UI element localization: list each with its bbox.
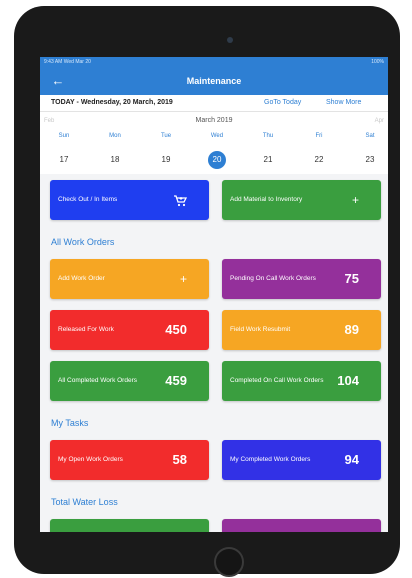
calendar-day-number: 17 [59, 155, 69, 164]
date-bar: TODAY - Wednesday, 20 March, 2019 GoTo T… [40, 95, 388, 112]
work-order-card[interactable]: Completed On Call Work Orders 104 [222, 361, 381, 401]
work-order-card[interactable]: Released For Work 450 [50, 310, 209, 350]
task-card-label: My Open Work Orders [58, 456, 123, 463]
calendar-day[interactable]: 19 [146, 151, 186, 169]
checkout-items-button[interactable]: Check Out / In Items [50, 180, 209, 220]
calendar-day-number: 18 [110, 155, 120, 164]
work-order-card[interactable]: Pending On Call Work Orders 75 [222, 259, 381, 299]
page-title: Maintenance [186, 76, 242, 86]
plus-icon: + [351, 193, 359, 207]
calendar-day-number: 21 [263, 155, 273, 164]
status-bar: 9:43 AM Wed Mar 20 100% [40, 57, 388, 67]
weekday-label: Fri [315, 133, 323, 139]
task-card-count: 58 [172, 452, 187, 467]
work-order-card-count: 89 [344, 322, 359, 337]
goto-today-button[interactable]: GoTo Today [264, 95, 301, 111]
weekday-label: Mon [109, 133, 121, 139]
app-header: ← Maintenance [40, 67, 388, 95]
water-loss-card[interactable] [50, 519, 209, 532]
section-total-water-loss: Total Water Loss [51, 497, 118, 507]
calendar-day-number: 22 [314, 155, 324, 164]
work-order-card-count: 75 [344, 271, 359, 286]
calendar-day-number: 23 [365, 155, 375, 164]
work-order-card-count: 450 [165, 322, 187, 337]
calendar-day[interactable]: 17 [44, 151, 84, 169]
calendar-day[interactable]: 18 [95, 151, 135, 169]
calendar-day[interactable]: 23 [350, 151, 388, 169]
work-order-card-label: Pending On Call Work Orders [230, 275, 316, 282]
calendar-month: March 2019 [195, 117, 233, 124]
work-order-card[interactable]: Add Work Order + [50, 259, 209, 299]
camera [227, 37, 233, 43]
work-order-card-count: 459 [165, 373, 187, 388]
calendar-day-number: 20 [208, 151, 226, 169]
add-material-label: Add Material to Inventory [230, 196, 303, 203]
weekday-label: Wed [210, 133, 224, 139]
next-month-label[interactable]: Apr [375, 118, 384, 124]
section-all-work-orders: All Work Orders [51, 237, 115, 247]
weekday-label: Tue [160, 133, 172, 139]
checkout-label: Check Out / In Items [58, 196, 118, 203]
status-time: 9:43 AM Wed Mar 20 [44, 59, 91, 65]
calendar-day[interactable]: 22 [299, 151, 339, 169]
weekday-label: Sun [58, 133, 70, 139]
app-screen: 9:43 AM Wed Mar 20 100% ← Maintenance TO… [40, 57, 388, 532]
task-card-count: 94 [344, 452, 359, 467]
task-card[interactable]: My Open Work Orders 58 [50, 440, 209, 480]
task-card-label: My Completed Work Orders [230, 456, 311, 463]
week-calendar: Feb March 2019 Apr Sun 17 Mon 18 Tue 19 Wed 20 T… [40, 112, 388, 174]
work-order-card[interactable]: All Completed Work Orders 459 [50, 361, 209, 401]
task-card[interactable]: My Completed Work Orders 94 [222, 440, 381, 480]
work-order-card-label: Add Work Order [58, 275, 105, 282]
status-battery: 100% [371, 59, 384, 65]
add-material-button[interactable]: Add Material to Inventory + [222, 180, 381, 220]
cart-icon [173, 180, 188, 220]
home-button[interactable] [214, 547, 244, 577]
work-order-card-count: 104 [337, 373, 359, 388]
work-order-card-label: Completed On Call Work Orders [230, 377, 324, 384]
calendar-day-number: 19 [161, 155, 171, 164]
calendar-day[interactable]: 20 [197, 151, 237, 169]
weekday-label: Sat [365, 133, 375, 139]
show-more-button[interactable]: Show More [326, 95, 361, 111]
water-loss-card[interactable] [222, 519, 381, 532]
work-order-card-label: Field Work Resubmit [230, 326, 291, 333]
calendar-day[interactable]: 21 [248, 151, 288, 169]
plus-icon: + [179, 272, 187, 286]
today-label: TODAY - Wednesday, 20 March, 2019 [51, 99, 173, 106]
work-order-card-label: Released For Work [58, 326, 114, 333]
work-order-card-label: All Completed Work Orders [58, 377, 137, 384]
weekday-label: Thu [262, 133, 274, 139]
section-my-tasks: My Tasks [51, 418, 89, 428]
work-order-card[interactable]: Field Work Resubmit 89 [222, 310, 381, 350]
